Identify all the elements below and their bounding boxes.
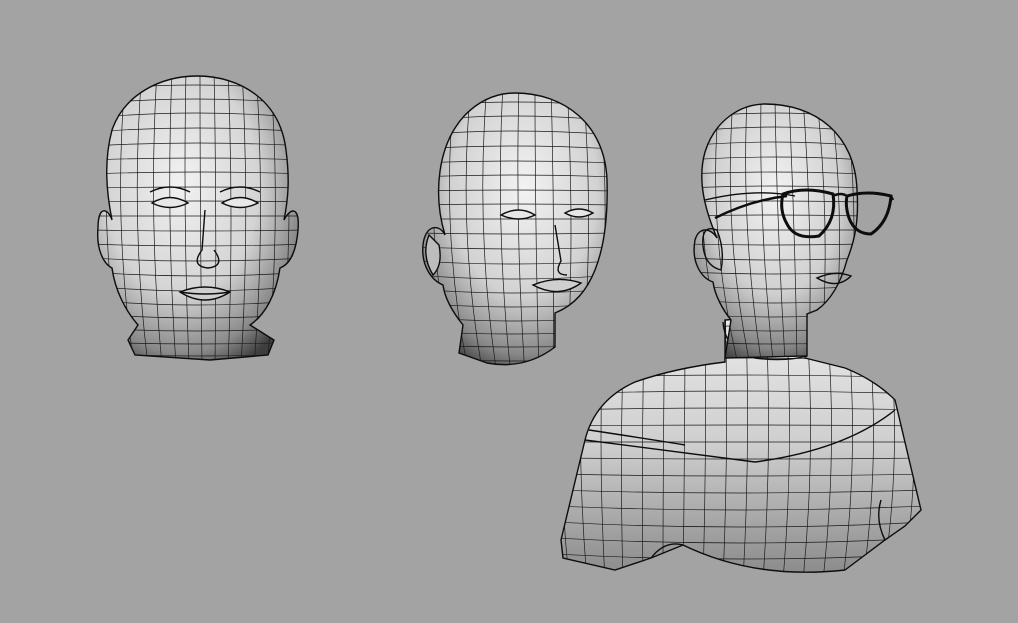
head-front-model[interactable] — [90, 70, 305, 365]
head-front-surface — [96, 75, 299, 361]
3d-viewport[interactable] — [0, 0, 1018, 623]
bust-head-surface — [693, 103, 859, 359]
bust-with-glasses-model[interactable] — [555, 100, 925, 580]
